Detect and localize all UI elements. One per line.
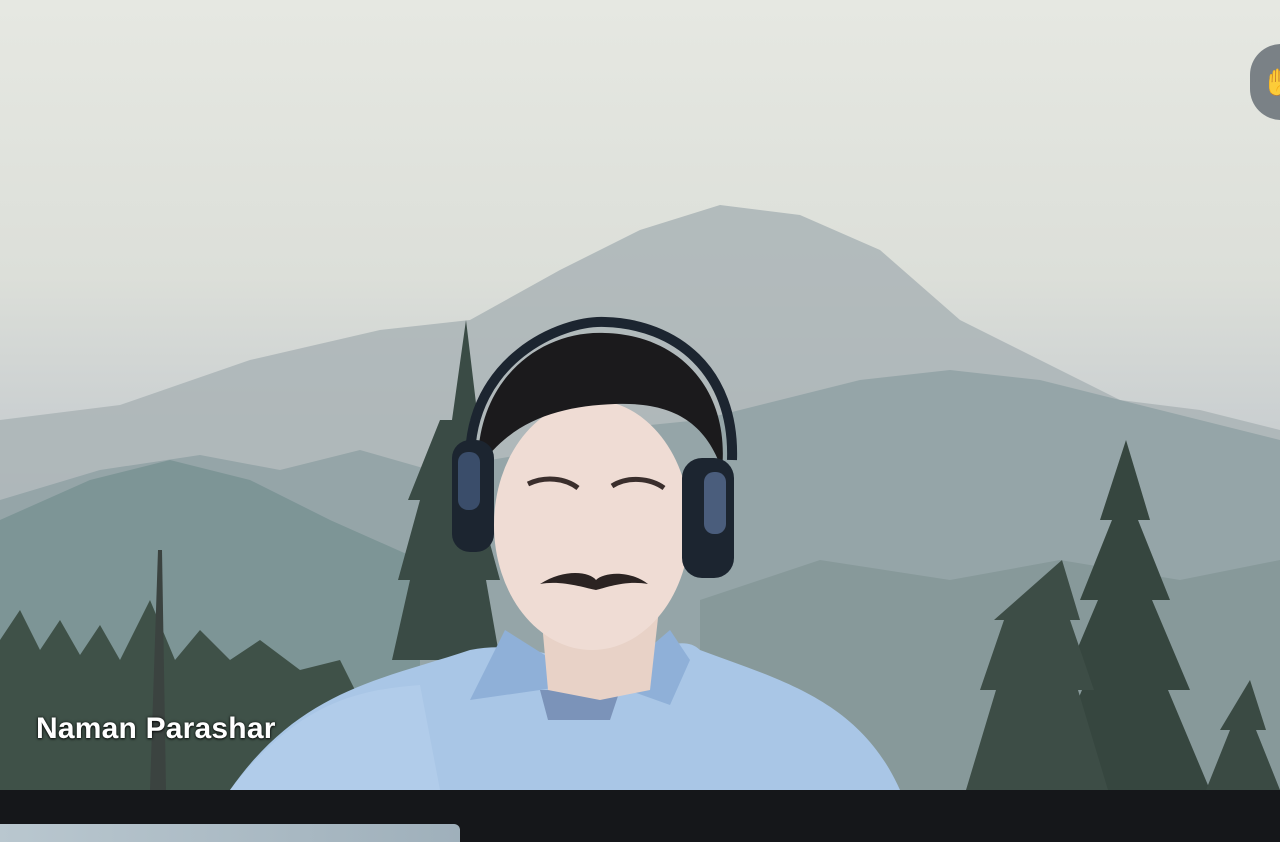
headphone-right-pad <box>704 472 726 534</box>
virtual-background <box>0 205 1280 790</box>
participant-video-tile[interactable]: Naman Parashar ✋ <box>0 0 1280 790</box>
participant-name-label: Naman Parashar <box>36 712 276 745</box>
next-participant-tile-edge[interactable] <box>0 824 460 842</box>
hand-raise-icon: ✋ <box>1262 66 1280 97</box>
person-face <box>494 400 690 650</box>
headphone-left-pad <box>458 452 480 510</box>
